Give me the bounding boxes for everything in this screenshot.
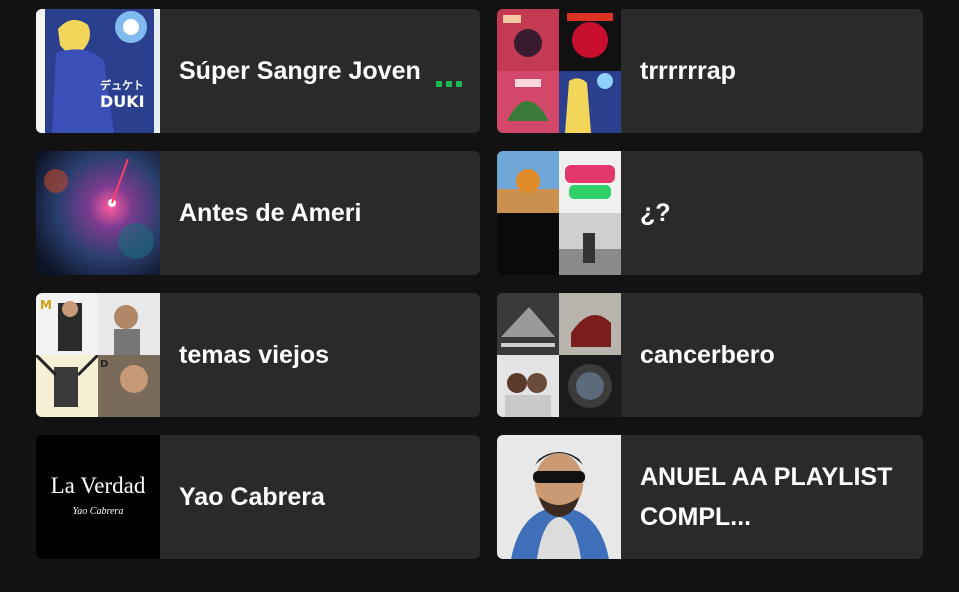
playlist-title: ANUEL AA PLAYLIST COMPL... (640, 463, 893, 531)
playlist-cover-la-verdad: La Verdad Yao Cabrera (36, 435, 160, 559)
playlist-card-question[interactable]: ¿? (497, 151, 923, 275)
playlist-card-trrrrrrap[interactable]: trrrrrrap (497, 9, 923, 133)
playlist-card-antes-de-ameri[interactable]: Antes de Ameri (36, 151, 480, 275)
svg-text:D: D (100, 359, 108, 370)
playlist-card-yao-cabrera[interactable]: La Verdad Yao Cabrera Yao Cabrera (36, 435, 480, 559)
playlist-title: Yao Cabrera (179, 483, 325, 511)
playlist-cover-duki: デュケト DUKI (36, 9, 160, 133)
playlist-cover-mosaic: M D (36, 293, 160, 417)
playlist-cover-mosaic (497, 9, 621, 133)
cover-title: La Verdad (51, 473, 146, 498)
playlist-card-anuel-aa[interactable]: ANUEL AA PLAYLIST COMPL... (497, 435, 923, 559)
playlist-title: trrrrrrap (640, 57, 736, 85)
now-playing-icon (436, 81, 462, 87)
playlist-title: ¿? (640, 199, 671, 227)
playlist-title: Antes de Ameri (179, 199, 362, 227)
playlist-cover-mosaic (497, 293, 621, 417)
playlist-cover-anuel (497, 435, 621, 559)
playlist-cover-galaxy (36, 151, 160, 275)
svg-text:M: M (40, 298, 52, 312)
playlist-cover-mosaic (497, 151, 621, 275)
playlist-card-temas-viejos[interactable]: M D temas viejos (36, 293, 480, 417)
playlist-grid: デュケト DUKI Súper Sangre Joven trrrrrrap A… (0, 0, 959, 592)
cover-subtitle: Yao Cabrera (73, 506, 124, 517)
playlist-card-super-sangre-joven[interactable]: デュケト DUKI Súper Sangre Joven (36, 9, 480, 133)
playlist-card-cancerbero[interactable]: cancerbero (497, 293, 923, 417)
svg-text:DUKI: DUKI (100, 92, 145, 111)
playlist-title: Súper Sangre Joven (179, 57, 421, 85)
svg-text:デュケト: デュケト (100, 78, 144, 92)
playlist-title: temas viejos (179, 341, 330, 369)
playlist-title: cancerbero (640, 341, 775, 369)
